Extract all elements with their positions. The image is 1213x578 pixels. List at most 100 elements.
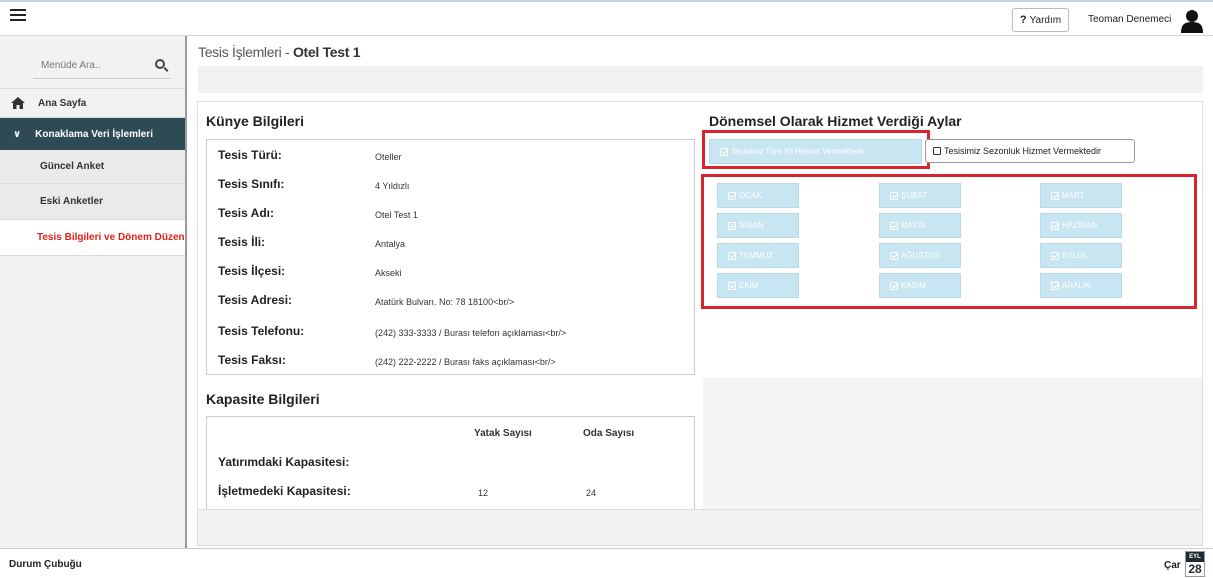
menu-search-input[interactable] — [33, 53, 143, 77]
calendar-day: 28 — [1188, 562, 1202, 576]
month-button-nisan[interactable]: NİSAN — [717, 213, 799, 238]
col-header-beds: Yatak Sayısı — [474, 428, 532, 439]
month-button-eylul[interactable]: EYLÜL — [1040, 243, 1122, 268]
checkbox-checked-icon — [728, 281, 736, 290]
month-label: NİSAN — [739, 221, 764, 230]
page-title: Tesis İşlemleri - Otel Test 1 — [198, 44, 361, 60]
month-label: ARALIK — [1062, 281, 1091, 290]
month-button-mart[interactable]: MART — [1040, 183, 1122, 208]
year-round-button[interactable]: Tesisimiz Tüm Yıl Hizmet Vermektedir — [709, 139, 922, 164]
kunye-label: Tesis İlçesi: — [218, 264, 286, 278]
checkbox-checked-icon — [728, 221, 736, 230]
kunye-value: (242) 222-2222 / Burası faks açıklaması<… — [375, 357, 556, 367]
sidebar-item-accommodation[interactable]: ∨ Konaklama Veri İşlemleri — [0, 118, 185, 150]
top-bar: ? Yardım Teoman Denemeci — [0, 0, 1213, 36]
kunye-value: 4 Yıldızlı — [375, 181, 410, 191]
checkbox-checked-icon — [1051, 251, 1059, 260]
sidebar-item-old-surveys[interactable]: Eski Anketler — [0, 184, 185, 220]
checkbox-checked-icon — [890, 251, 898, 260]
kunye-value: Atatürk Bulvarı. No: 78 18100<br/> — [375, 297, 515, 307]
kunye-value: (242) 333-3333 / Burası telefon açıklama… — [375, 328, 567, 338]
kunye-value: Antalya — [375, 239, 406, 249]
user-icon[interactable] — [1181, 9, 1203, 33]
kunye-value: Oteller — [375, 152, 402, 162]
checkbox-checked-icon — [890, 191, 898, 200]
help-mark: ? — [1019, 14, 1027, 26]
kapasite-rooms: 24 — [586, 488, 597, 498]
month-label: ŞUBAT — [901, 191, 928, 200]
kapasite-beds: 12 — [478, 488, 489, 498]
kunye-box — [206, 139, 695, 375]
month-label: MART — [1062, 191, 1085, 200]
month-button-ekim[interactable]: EKİM — [717, 273, 799, 298]
calendar-icon: EYL 28 — [1185, 551, 1205, 577]
checkbox-checked-icon — [728, 251, 736, 260]
sidebar-item-current-survey[interactable]: Güncel Anket — [0, 150, 185, 184]
search-icon[interactable] — [155, 59, 165, 69]
month-label: KASIM — [901, 281, 926, 290]
chevron-down-icon: ∨ — [13, 128, 22, 140]
page-title-prefix: Tesis İşlemleri - — [198, 44, 293, 60]
hamburger-menu-icon[interactable] — [10, 9, 26, 23]
checkbox-checked-icon — [728, 191, 736, 200]
checkbox-checked-icon — [720, 147, 728, 156]
sidebar-item-home[interactable]: Ana Sayfa — [0, 88, 185, 118]
seasonal-button[interactable]: Tesisimiz Sezonluk Hizmet Vermektedir — [925, 139, 1135, 163]
month-button-haziran[interactable]: HAZİRAN — [1040, 213, 1122, 238]
month-button-mayis[interactable]: MAYIS — [879, 213, 961, 238]
kunye-label: Tesis Türü: — [218, 148, 282, 162]
kunye-label: Tesis İli: — [218, 235, 266, 249]
checkbox-checked-icon — [1051, 221, 1059, 230]
month-label: AĞUSTOS — [901, 251, 940, 260]
kunye-label: Tesis Sınıfı: — [218, 177, 285, 191]
kunye-title: Künye Bilgileri — [206, 113, 305, 129]
year-round-label: Tesisimiz Tüm Yıl Hizmet Vermektedir — [731, 147, 865, 156]
title-strip — [198, 66, 1203, 93]
kapasite-label: İşletmedeki Kapasitesi: — [218, 484, 351, 498]
sidebar-item-label: Konaklama Veri İşlemleri — [35, 128, 153, 140]
kunye-label: Tesis Adresi: — [218, 293, 293, 307]
day-name: Çar — [1164, 560, 1181, 571]
donem-title: Dönemsel Olarak Hizmet Verdiği Aylar — [709, 113, 962, 129]
sidebar-item-label: Ana Sayfa — [38, 97, 87, 109]
month-button-ocak[interactable]: OCAK — [717, 183, 799, 208]
month-button-agustos[interactable]: AĞUSTOS — [879, 243, 961, 268]
panel-footer — [197, 510, 1203, 546]
status-bar-label: Durum Çubuğu — [9, 559, 82, 570]
month-button-subat[interactable]: ŞUBAT — [879, 183, 961, 208]
kunye-value: Akseki — [375, 268, 402, 278]
month-label: OCAK — [739, 191, 762, 200]
kunye-label: Tesis Faksı: — [218, 353, 286, 367]
user-name[interactable]: Teoman Denemeci — [1088, 14, 1171, 25]
month-button-kasim[interactable]: KASIM — [879, 273, 961, 298]
sidebar-item-label: Eski Anketler — [40, 196, 103, 207]
month-label: EYLÜL — [1062, 251, 1088, 260]
month-label: EKİM — [739, 281, 759, 290]
kunye-label: Tesis Telefonu: — [218, 324, 305, 338]
help-button[interactable]: ? Yardım — [1012, 8, 1069, 32]
checkbox-checked-icon — [890, 281, 898, 290]
sidebar-search — [33, 53, 171, 79]
checkbox-checked-icon — [1051, 191, 1059, 200]
sidebar-item-label: Tesis Bilgileri ve Dönem Düzenleme — [37, 232, 185, 243]
month-button-aralik[interactable]: ARALIK — [1040, 273, 1122, 298]
checkbox-empty-icon — [933, 147, 941, 155]
kapasite-title: Kapasite Bilgileri — [206, 391, 320, 407]
month-button-temmuz[interactable]: TEMMUZ — [717, 243, 799, 268]
col-header-rooms: Oda Sayısı — [583, 428, 635, 439]
seasonal-label: Tesisimiz Sezonluk Hizmet Vermektedir — [944, 146, 1102, 156]
calendar-month: EYL — [1186, 552, 1204, 562]
page-title-name: Otel Test 1 — [292, 44, 361, 60]
kapasite-label: Yatırımdaki Kapasitesi: — [218, 455, 350, 469]
kunye-value: Otel Test 1 — [375, 210, 418, 220]
sidebar-item-label: Güncel Anket — [40, 161, 105, 172]
help-label: Yardım — [1029, 14, 1062, 26]
status-bar: Durum Çubuğu Çar EYL 28 — [0, 548, 1213, 578]
kunye-label: Tesis Adı: — [218, 206, 275, 220]
panel-filler — [703, 378, 1202, 509]
month-label: HAZİRAN — [1062, 221, 1098, 230]
sidebar-item-facility-info[interactable]: Tesis Bilgileri ve Dönem Düzenleme — [0, 220, 185, 256]
sidebar: Ana Sayfa ∨ Konaklama Veri İşlemleri Gün… — [0, 36, 187, 548]
checkbox-checked-icon — [1051, 281, 1059, 290]
month-label: MAYIS — [901, 221, 926, 230]
